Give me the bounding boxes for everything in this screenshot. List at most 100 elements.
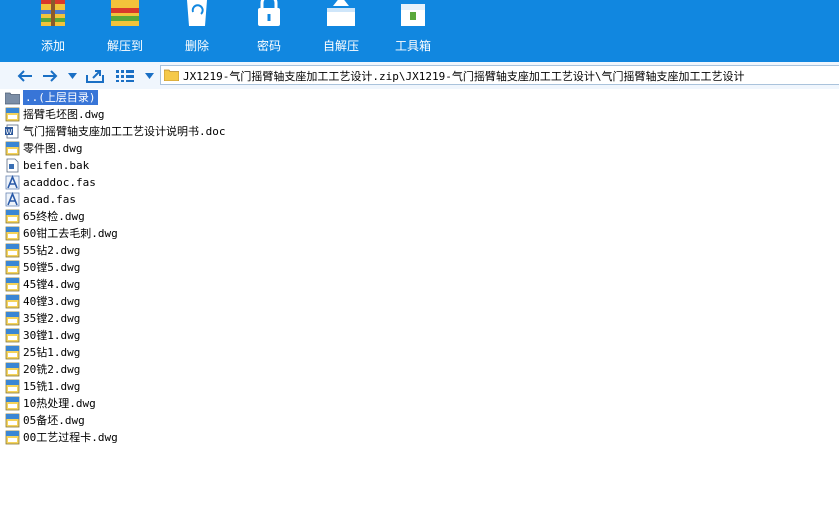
delete-button[interactable]: 删除 [162, 0, 232, 62]
file-name: beifen.bak [23, 159, 90, 172]
svg-text:W: W [6, 128, 13, 136]
file-row[interactable]: acaddoc.fas [5, 174, 96, 191]
password-label: 密码 [256, 39, 281, 53]
file-row[interactable]: beifen.bak [5, 157, 89, 174]
lock-icon [258, 0, 280, 26]
dwg-file-icon [5, 311, 20, 326]
parent-folder-icon [5, 92, 20, 105]
file-name: 25钻1.dwg [23, 346, 81, 359]
dwg-file-icon [5, 430, 20, 445]
address-bar: JX1219-气门摇臂轴支座加工工艺设计.zip\JX1219-气门摇臂轴支座加… [0, 62, 839, 90]
fas-file-icon [5, 175, 20, 190]
file-row[interactable]: 35镗2.dwg [5, 310, 80, 327]
up-folder-icon [86, 69, 104, 83]
file-name: 30镗1.dwg [23, 329, 81, 342]
file-name: acaddoc.fas [23, 176, 96, 189]
file-row[interactable]: 15铣1.dwg [5, 378, 80, 395]
delete-label: 删除 [184, 39, 209, 53]
back-button[interactable] [15, 66, 35, 85]
dwg-file-icon [5, 141, 20, 156]
extract-to-button[interactable]: 解压到 [90, 0, 160, 62]
forward-button[interactable] [40, 66, 60, 85]
dwg-file-icon [5, 260, 20, 275]
file-name: 气门摇臂轴支座加工工艺设计说明书.doc [23, 125, 226, 138]
file-row[interactable]: 60钳工去毛刺.dwg [5, 225, 118, 242]
dwg-file-icon [5, 413, 20, 428]
file-row[interactable]: 25钻1.dwg [5, 344, 80, 361]
file-name: 40镗3.dwg [23, 295, 81, 308]
up-folder-button[interactable] [84, 66, 106, 85]
dwg-file-icon [5, 243, 20, 258]
history-dropdown[interactable] [65, 66, 79, 85]
file-list: ..(上层目录) 摇臂毛坯图.dwg W 气门摇臂轴支座加工工艺设计说明书.doc 零件… [0, 89, 839, 520]
word-file-icon: W [5, 124, 19, 139]
file-name: 零件图.dwg [23, 142, 83, 155]
file-row[interactable]: acad.fas [5, 191, 76, 208]
file-row[interactable]: 50镗5.dwg [5, 259, 80, 276]
extract-to-label: 解压到 [106, 39, 143, 53]
self-extract-icon [327, 0, 355, 26]
dwg-file-icon [5, 209, 20, 224]
file-row[interactable]: 30镗1.dwg [5, 327, 80, 344]
dwg-file-icon [5, 294, 20, 309]
file-row[interactable]: 55钻2.dwg [5, 242, 80, 259]
main-toolbar: 添加 解压到 删除 密码 自解压 工具箱 [0, 0, 839, 62]
chevron-down-icon [144, 72, 154, 79]
toolbox-label: 工具箱 [394, 39, 431, 53]
dwg-file-icon [5, 396, 20, 411]
dwg-file-icon [5, 107, 20, 122]
password-button[interactable]: 密码 [234, 0, 304, 62]
file-name: 00工艺过程卡.dwg [23, 431, 118, 444]
file-row[interactable]: 45镗4.dwg [5, 276, 80, 293]
chevron-down-icon [67, 72, 77, 79]
dwg-file-icon [5, 226, 20, 241]
file-name: 35镗2.dwg [23, 312, 81, 325]
view-mode-dropdown[interactable] [142, 66, 156, 85]
dwg-file-icon [5, 277, 20, 292]
file-name: 摇臂毛坯图.dwg [23, 108, 105, 121]
file-row[interactable]: 摇臂毛坯图.dwg [5, 106, 105, 123]
file-name: 20铣2.dwg [23, 363, 81, 376]
file-name: 10热处理.dwg [23, 397, 96, 410]
file-row[interactable]: 40镗3.dwg [5, 293, 80, 310]
file-name: acad.fas [23, 193, 76, 206]
file-row[interactable]: 10热处理.dwg [5, 395, 96, 412]
dwg-file-icon [5, 379, 20, 394]
list-view-icon [116, 69, 134, 82]
dwg-file-icon [5, 345, 20, 360]
dwg-file-icon [5, 328, 20, 343]
path-field[interactable]: JX1219-气门摇臂轴支座加工工艺设计.zip\JX1219-气门摇臂轴支座加… [160, 65, 839, 85]
file-name: ..(上层目录) [23, 90, 98, 105]
arrow-right-icon [43, 69, 58, 82]
bak-file-icon [6, 158, 19, 173]
add-button[interactable]: 添加 [18, 0, 88, 62]
add-archive-icon [41, 0, 65, 26]
file-name: 05备坯.dwg [23, 414, 85, 427]
file-name: 15铣1.dwg [23, 380, 81, 393]
file-name: 65终检.dwg [23, 210, 85, 223]
file-name: 45镗4.dwg [23, 278, 81, 291]
file-row[interactable]: 05备坯.dwg [5, 412, 85, 429]
file-row[interactable]: 20铣2.dwg [5, 361, 80, 378]
extract-to-icon [111, 0, 139, 26]
file-name: 60钳工去毛刺.dwg [23, 227, 118, 240]
add-label: 添加 [40, 39, 65, 53]
view-mode-button[interactable] [114, 66, 136, 85]
path-text: JX1219-气门摇臂轴支座加工工艺设计.zip\JX1219-气门摇臂轴支座加… [183, 70, 745, 83]
parent-directory-row[interactable]: ..(上层目录) [5, 89, 98, 106]
file-name: 55钻2.dwg [23, 244, 81, 257]
file-row[interactable]: 零件图.dwg [5, 140, 83, 157]
toolbox-icon [401, 4, 425, 26]
arrow-left-icon [17, 69, 32, 82]
file-row[interactable]: W 气门摇臂轴支座加工工艺设计说明书.doc [5, 123, 226, 140]
file-row[interactable]: 65终检.dwg [5, 208, 85, 225]
file-name: 50镗5.dwg [23, 261, 81, 274]
toolbox-button[interactable]: 工具箱 [378, 0, 448, 62]
self-extract-button[interactable]: 自解压 [306, 0, 376, 62]
dwg-file-icon [5, 362, 20, 377]
self-extract-label: 自解压 [322, 39, 359, 53]
file-row[interactable]: 00工艺过程卡.dwg [5, 429, 118, 446]
fas-file-icon [5, 192, 20, 207]
recycle-bin-icon [187, 0, 207, 26]
folder-icon [164, 69, 179, 81]
